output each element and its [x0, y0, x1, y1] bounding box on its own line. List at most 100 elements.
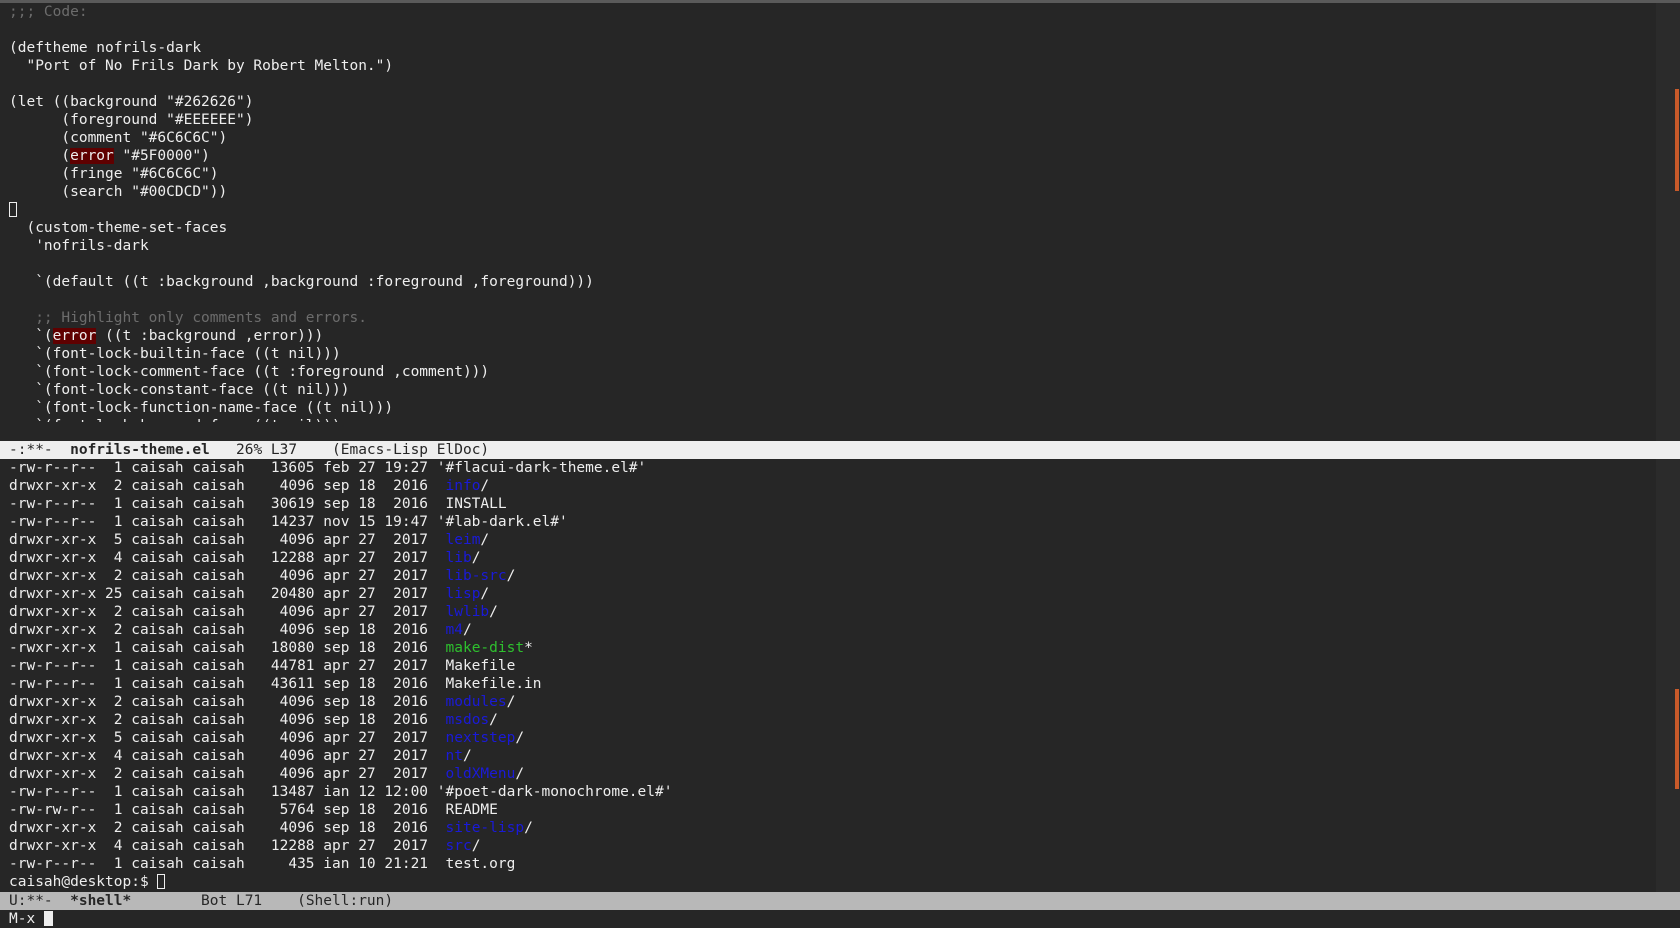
line-text: -rw-r--r-- 1 caisah caisah 44781 apr 27 … [9, 658, 516, 674]
code-line: (custom-theme-set-faces [9, 219, 1656, 237]
directory-name[interactable]: site-lisp [446, 820, 525, 836]
code-line: `(font-lock-keyword-face ((t nil))) [9, 417, 1656, 422]
line-text: drwxr-xr-x 2 caisah caisah 4096 sep 18 2… [9, 622, 446, 638]
line-text: * [524, 640, 533, 656]
code-line: `(font-lock-builtin-face ((t nil))) [9, 345, 1656, 363]
line-text: -rw-r--r-- 1 caisah caisah 435 ian 10 21… [9, 856, 516, 872]
line-text: drwxr-xr-x 2 caisah caisah 4096 sep 18 2… [9, 820, 446, 836]
code-line: (comment "#6C6C6C") [9, 129, 1656, 147]
line-text: / [462, 622, 472, 638]
shell-output-line: -rw-rw-r-- 1 caisah caisah 5764 sep 18 2… [9, 801, 1656, 819]
directory-name[interactable]: nextstep [446, 730, 516, 746]
shell-prompt: caisah@desktop:$ [9, 874, 158, 890]
comment-text: ;; Highlight only comments and errors. [9, 310, 367, 326]
shell-output-line: drwxr-xr-x 2 caisah caisah 4096 sep 18 2… [9, 621, 1656, 639]
shell-output-line: -rwxr-xr-x 1 caisah caisah 18080 sep 18 … [9, 639, 1656, 657]
shell-output-line: drwxr-xr-x 4 caisah caisah 12288 apr 27 … [9, 549, 1656, 567]
mode-line-buffer-name[interactable]: nofrils-theme.el [70, 442, 210, 458]
line-text: drwxr-xr-x 4 caisah caisah 4096 apr 27 2… [9, 748, 446, 764]
code-line: ;; Highlight only comments and errors. [9, 309, 1656, 327]
directory-name[interactable]: modules [446, 694, 507, 710]
shell-output-line: drwxr-xr-x 2 caisah caisah 4096 sep 18 2… [9, 711, 1656, 729]
editor-scrollbar[interactable] [1656, 3, 1680, 441]
shell-output-line: drwxr-xr-x 4 caisah caisah 4096 apr 27 2… [9, 747, 1656, 765]
directory-name[interactable]: nt [446, 748, 463, 764]
mode-line-status: -:**- [9, 442, 71, 458]
line-text: (let ((background "#262626") [9, 94, 254, 110]
line-text: drwxr-xr-x 2 caisah caisah 4096 apr 27 2… [9, 568, 446, 584]
line-text: / [524, 820, 533, 836]
shell-output-line: drwxr-xr-x 2 caisah caisah 4096 sep 18 2… [9, 477, 1656, 495]
line-text: drwxr-xr-x 5 caisah caisah 4096 apr 27 2… [9, 730, 446, 746]
line-text: 'nofrils-dark [9, 238, 149, 254]
shell-output-line: drwxr-xr-x 2 caisah caisah 4096 sep 18 2… [9, 819, 1656, 837]
line-text: -rw-r--r-- 1 caisah caisah 13487 ian 12 … [9, 784, 673, 800]
line-text: `(default ((t :background ,background :f… [9, 274, 594, 290]
shell-output-line: drwxr-xr-x 5 caisah caisah 4096 apr 27 2… [9, 531, 1656, 549]
code-line: (search "#00CDCD")) [9, 183, 1656, 201]
line-text: -rw-r--r-- 1 caisah caisah 13605 feb 27 … [9, 460, 647, 476]
code-line: "Port of No Frils Dark by Robert Melton.… [9, 57, 1656, 75]
line-text: / [506, 568, 516, 584]
code-line [9, 201, 1656, 219]
directory-name[interactable]: lisp [446, 586, 481, 602]
line-text: / [489, 604, 498, 620]
executable-name[interactable]: make-dist [446, 640, 525, 656]
code-line: `(font-lock-constant-face ((t nil))) [9, 381, 1656, 399]
mode-line-buffer-name[interactable]: *shell* [70, 893, 131, 909]
line-text: / [515, 766, 525, 782]
shell-output-line: -rw-r--r-- 1 caisah caisah 14237 nov 15 … [9, 513, 1656, 531]
line-text: -rwxr-xr-x 1 caisah caisah 18080 sep 18 … [9, 640, 446, 656]
line-text: -rw-r--r-- 1 caisah caisah 30619 sep 18 … [9, 496, 507, 512]
line-text: / [480, 586, 490, 602]
directory-name[interactable]: src [446, 838, 472, 854]
line-text: (foreground "#EEEEEE") [9, 112, 254, 128]
line-text: `(font-lock-comment-face ((t :foreground… [9, 364, 490, 380]
shell-prompt-line[interactable]: caisah@desktop:$ [9, 873, 1656, 891]
code-line: `(font-lock-comment-face ((t :foreground… [9, 363, 1656, 381]
editor-window[interactable]: ;;; Code: (deftheme nofrils-dark "Port of… [0, 3, 1656, 441]
line-text: `(font-lock-function-name-face ((t nil))… [9, 400, 394, 416]
code-line: (let ((background "#262626") [9, 93, 1656, 111]
minibuffer[interactable]: M-x [0, 910, 1680, 928]
line-text: drwxr-xr-x 4 caisah caisah 12288 apr 27 … [9, 838, 446, 854]
mode-line-position-mode: Bot L71 (Shell:run) [131, 893, 394, 909]
directory-name[interactable]: lwlib [446, 604, 490, 620]
editor-scrollbar-thumb[interactable] [1675, 89, 1679, 191]
shell-output: -rw-r--r-- 1 caisah caisah 13605 feb 27 … [0, 459, 1656, 873]
directory-name[interactable]: m4 [446, 622, 463, 638]
line-text: / [471, 838, 481, 854]
directory-name[interactable]: lib [446, 550, 472, 566]
line-text: `(font-lock-builtin-face ((t nil))) [9, 346, 341, 362]
shell-scrollbar-thumb[interactable] [1675, 689, 1679, 789]
line-text: ( [9, 148, 71, 164]
code-line: (foreground "#EEEEEE") [9, 111, 1656, 129]
editor-text[interactable]: ;;; Code: (deftheme nofrils-dark "Port of… [0, 3, 1656, 422]
line-text: drwxr-xr-x 2 caisah caisah 4096 apr 27 2… [9, 766, 446, 782]
directory-name[interactable]: info [446, 478, 481, 494]
line-text: ((t :background ,error))) [96, 328, 324, 344]
code-line: (deftheme nofrils-dark [9, 39, 1656, 57]
directory-name[interactable]: leim [446, 532, 481, 548]
line-text: -rw-rw-r-- 1 caisah caisah 5764 sep 18 2… [9, 802, 498, 818]
line-text: drwxr-xr-x 2 caisah caisah 4096 apr 27 2… [9, 604, 446, 620]
editor-cursor [9, 202, 17, 217]
line-text: / [462, 748, 472, 764]
line-text: drwxr-xr-x 2 caisah caisah 4096 sep 18 2… [9, 478, 446, 494]
directory-name[interactable]: oldXMenu [446, 766, 516, 782]
shell-scrollbar[interactable] [1656, 459, 1680, 892]
shell-output-line: drwxr-xr-x 2 caisah caisah 4096 apr 27 2… [9, 765, 1656, 783]
line-text: drwxr-xr-x 2 caisah caisah 4096 sep 18 2… [9, 694, 446, 710]
shell-output-line: drwxr-xr-x 2 caisah caisah 4096 apr 27 2… [9, 603, 1656, 621]
line-text: / [489, 712, 498, 728]
shell-window[interactable]: -rw-r--r-- 1 caisah caisah 13605 feb 27 … [0, 459, 1656, 892]
line-text: (search "#00CDCD")) [9, 184, 228, 200]
directory-name[interactable]: msdos [446, 712, 490, 728]
directory-name[interactable]: lib-src [446, 568, 507, 584]
shell-output-line: -rw-r--r-- 1 caisah caisah 13605 feb 27 … [9, 459, 1656, 477]
shell-output-line: -rw-r--r-- 1 caisah caisah 30619 sep 18 … [9, 495, 1656, 513]
